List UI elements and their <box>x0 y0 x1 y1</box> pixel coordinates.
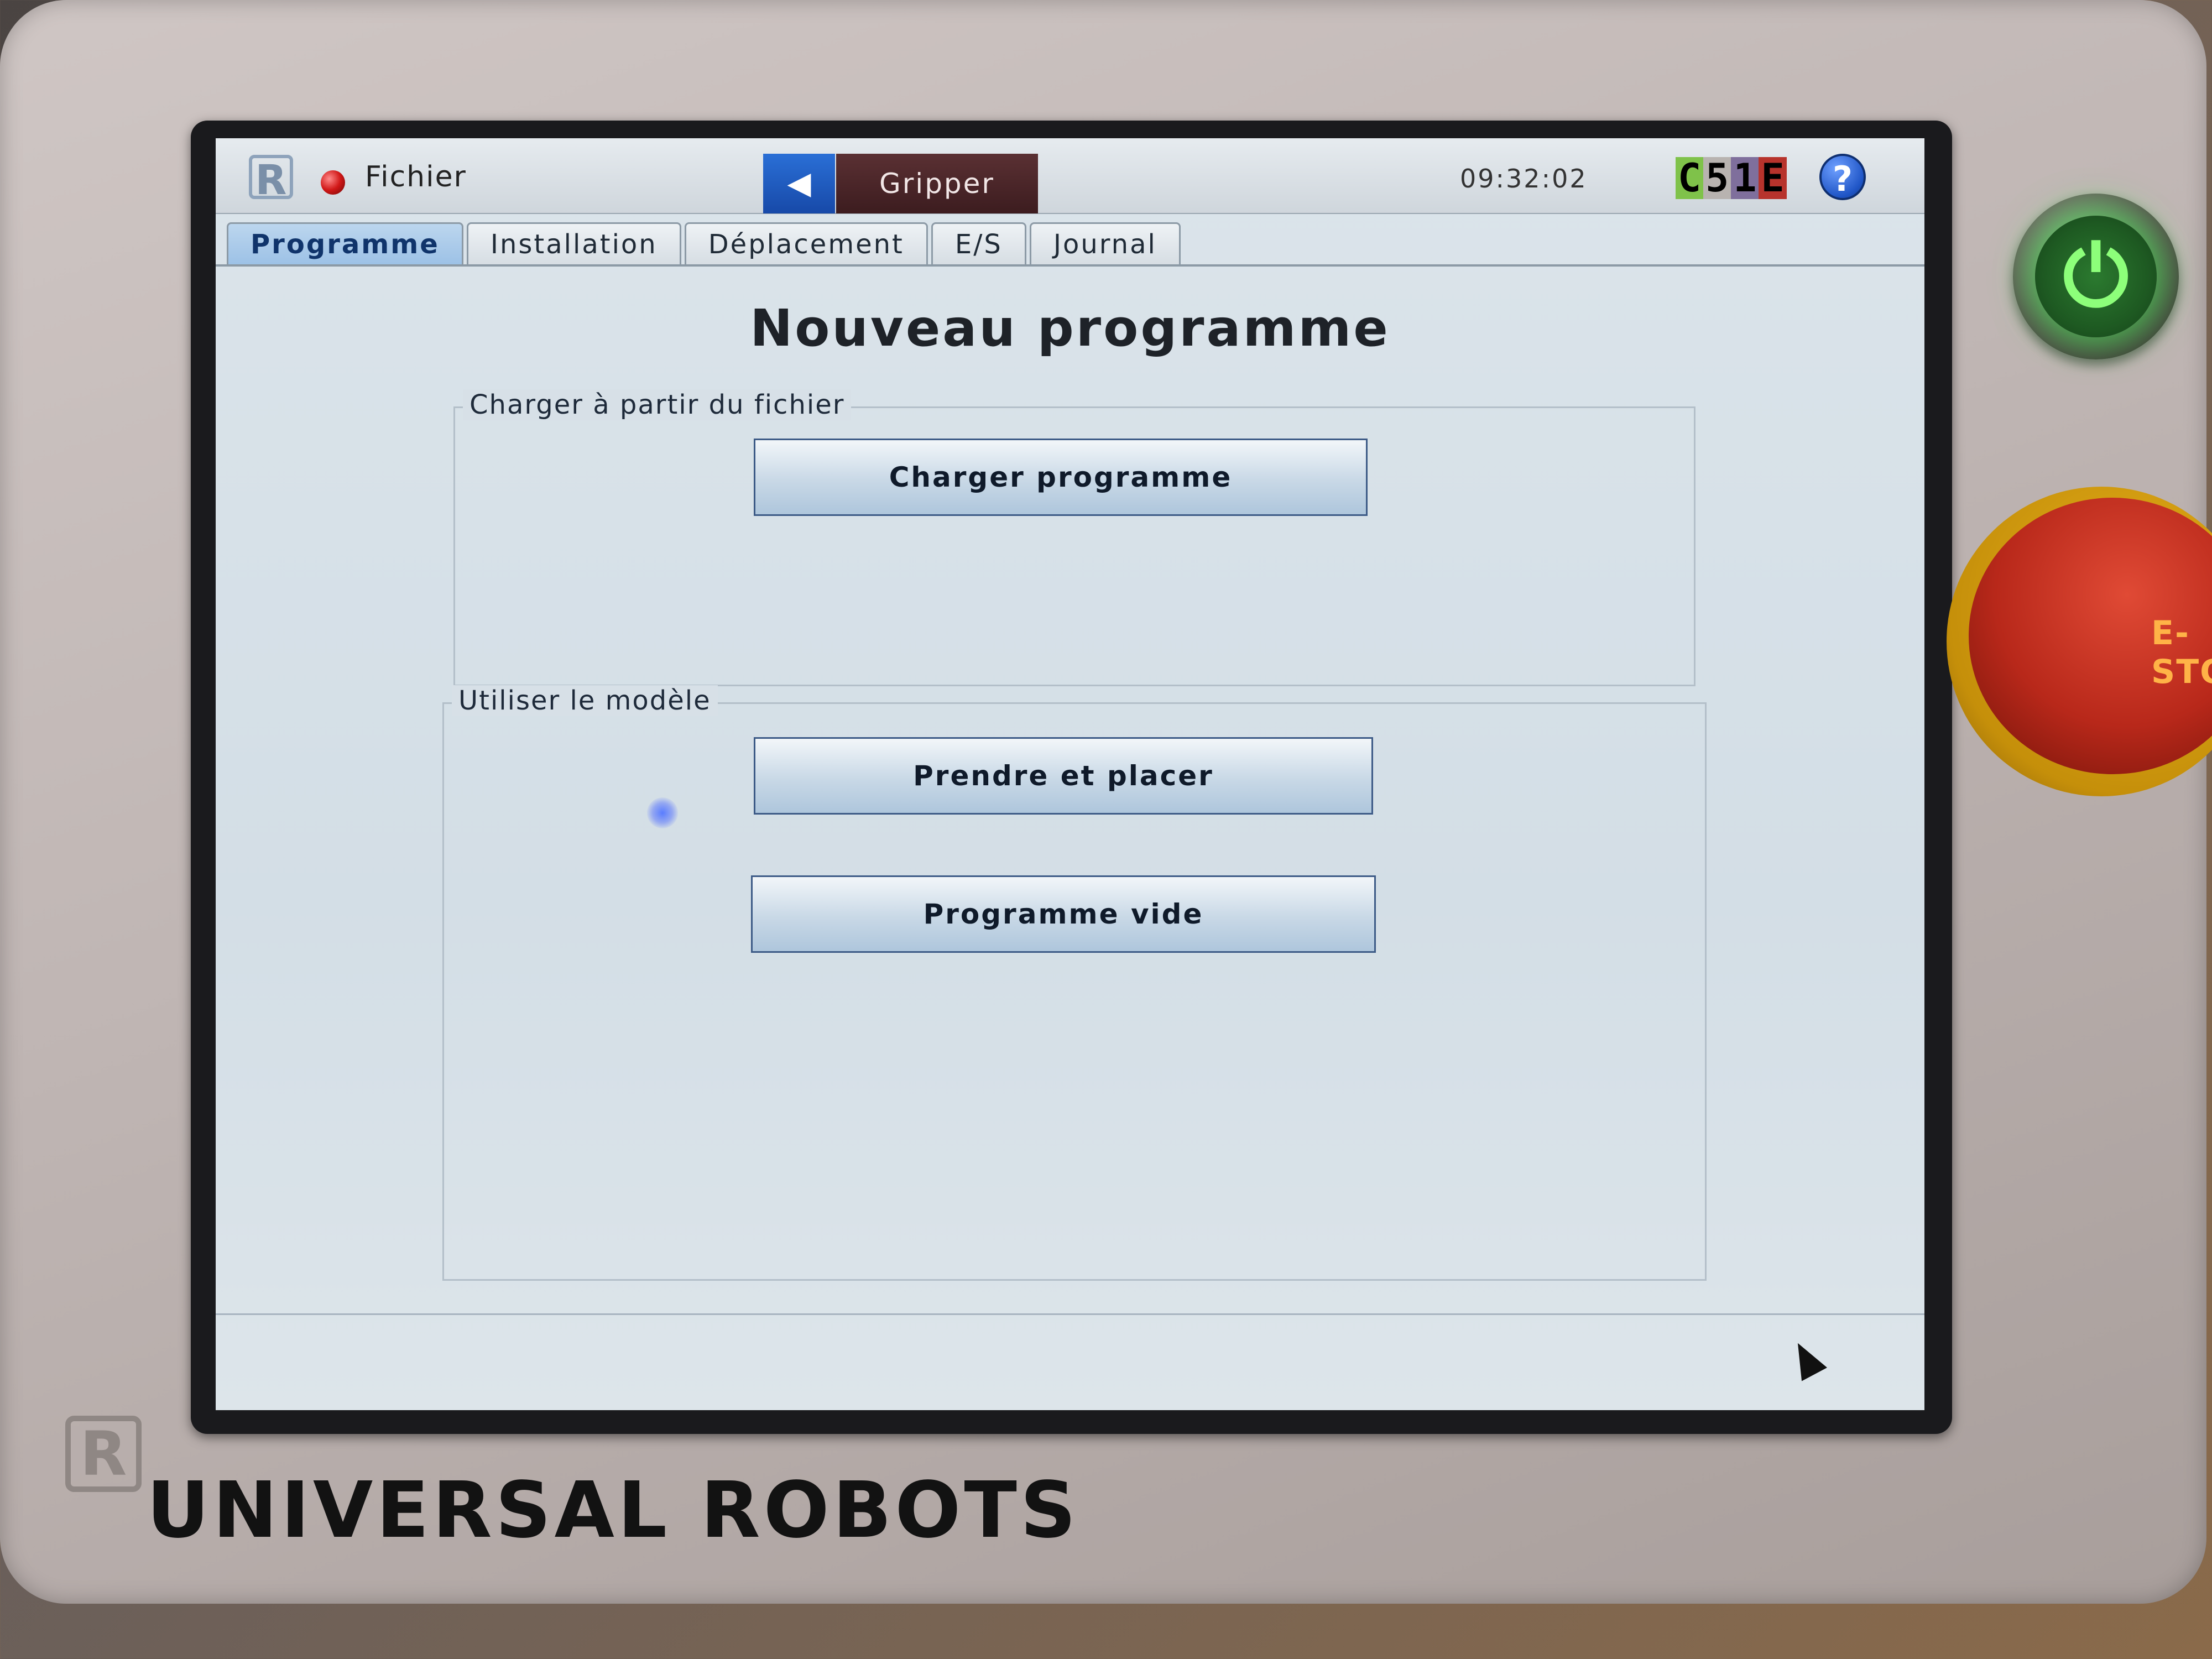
template-group-legend: Utiliser le modèle <box>452 685 718 716</box>
touch-indicator <box>647 797 678 828</box>
tab-programme[interactable]: Programme <box>227 222 463 265</box>
empty-program-button[interactable]: Programme vide <box>751 875 1376 953</box>
load-from-file-group: Charger à partir du fichier Charger prog… <box>453 389 1695 686</box>
main-tabs: Programme Installation Déplacement E/S J… <box>227 222 1184 265</box>
load-group-legend: Charger à partir du fichier <box>463 389 852 420</box>
tab-es[interactable]: E/S <box>931 222 1026 265</box>
tab-installation[interactable]: Installation <box>466 222 681 265</box>
template-group: Utiliser le modèle Prendre et placer Pro… <box>442 685 1707 1281</box>
teach-pendant: R Fichier ◀ Gripper 09:32:02 C 5 1 E ? P… <box>0 0 2212 1604</box>
help-icon[interactable]: ? <box>1819 154 1866 200</box>
tab-journal[interactable]: Journal <box>1029 222 1181 265</box>
pick-and-place-button[interactable]: Prendre et placer <box>754 737 1373 815</box>
footer-divider <box>216 1313 1924 1315</box>
top-bar: R Fichier ◀ Gripper 09:32:02 C 5 1 E ? <box>216 138 1924 214</box>
mouse-cursor-icon <box>1785 1336 1827 1381</box>
back-arrow-icon[interactable]: ◀ <box>763 154 835 213</box>
power-icon: ⏻ <box>2063 228 2129 325</box>
speed-badge: C 5 1 E <box>1676 157 1787 199</box>
power-button[interactable]: ⏻ <box>2013 194 2179 359</box>
load-program-button[interactable]: Charger programme <box>754 439 1368 516</box>
speed-badge-char: 1 <box>1731 157 1759 199</box>
file-menu[interactable]: Fichier <box>365 160 467 194</box>
clock: 09:32:02 <box>1460 164 1588 194</box>
power-button-light: ⏻ <box>2035 216 2157 337</box>
emergency-stop-cap: E-STO <box>1969 498 2212 774</box>
tab-deplacement[interactable]: Déplacement <box>684 222 928 265</box>
ur-brand-logo-icon: R <box>65 1416 142 1492</box>
emergency-stop-button[interactable]: E-STO <box>1947 487 2212 796</box>
robot-status-icon <box>321 170 345 195</box>
brand-name: UNIVERSAL ROBOTS <box>147 1465 1079 1556</box>
speed-badge-char: E <box>1759 157 1787 199</box>
page-title: Nouveau programme <box>750 299 1390 358</box>
estop-label: E-STO <box>2151 614 2212 691</box>
touch-screen: R Fichier ◀ Gripper 09:32:02 C 5 1 E ? P… <box>216 138 1924 1410</box>
program-name-tab[interactable]: Gripper <box>836 154 1038 213</box>
speed-badge-char: 5 <box>1703 157 1731 199</box>
speed-badge-char: C <box>1676 157 1704 199</box>
ur-logo-icon[interactable]: R <box>249 155 293 202</box>
tab-divider <box>216 264 1924 267</box>
